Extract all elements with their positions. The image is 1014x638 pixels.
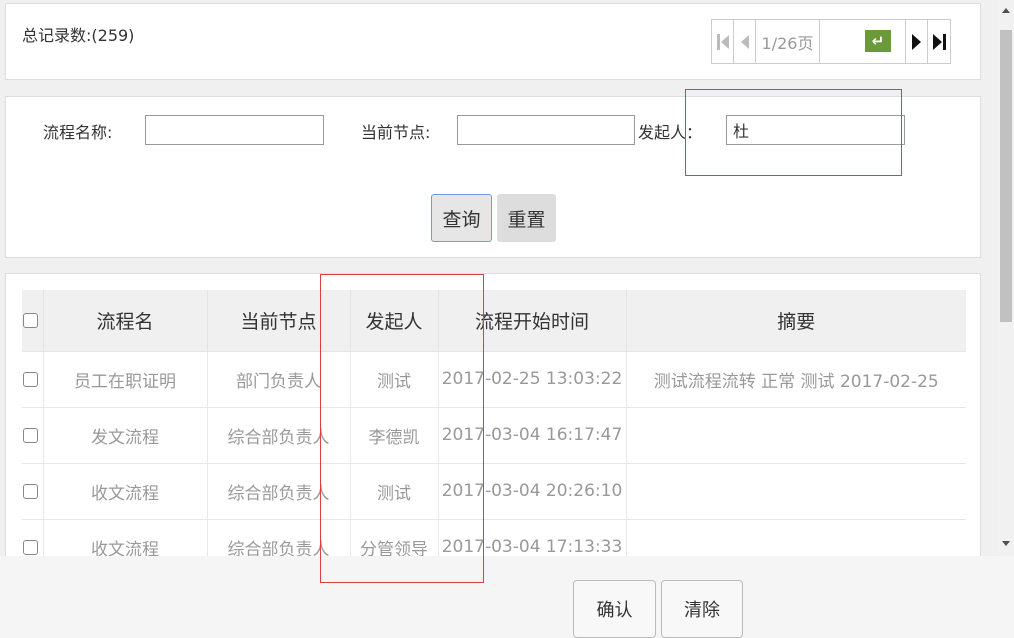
prev-page-button[interactable] [734, 20, 756, 63]
initiator-input[interactable] [726, 115, 905, 145]
first-page-button[interactable] [712, 20, 734, 63]
prev-page-icon [740, 34, 749, 49]
row-select-cell [22, 406, 43, 463]
next-page-button[interactable] [906, 20, 928, 63]
process-name-input[interactable] [145, 115, 324, 145]
select-all-cell [22, 290, 43, 351]
page-jump[interactable]: ↵ [820, 20, 906, 63]
table-row[interactable]: 收文流程 综合部负责人 测试 2017-03-04 20:26:10 [22, 462, 966, 519]
cell-summary [625, 462, 966, 519]
cell-initiator: 测试 [349, 350, 438, 407]
cell-current-node: 综合部负责人 [206, 406, 350, 463]
first-page-icon [716, 33, 729, 50]
row-select-cell [22, 350, 43, 407]
reset-button[interactable]: 重置 [497, 194, 556, 242]
scroll-thumb[interactable] [1000, 30, 1012, 322]
vertical-scrollbar[interactable] [998, 0, 1014, 556]
page-info: 1/26页 [756, 20, 820, 63]
last-page-icon [932, 33, 946, 50]
cell-current-node: 部门负责人 [206, 350, 350, 407]
table-header-row: 流程名 当前节点 发起人 流程开始时间 摘要 [22, 290, 966, 351]
search-panel: 流程名称: 当前节点: 发起人： 查询 重置 [5, 96, 981, 258]
cell-initiator: 李德凯 [349, 406, 438, 463]
cell-process-name: 发文流程 [42, 406, 207, 463]
confirm-button[interactable]: 确认 [573, 580, 656, 638]
cell-start-time: 2017-03-04 16:17:47 [437, 406, 626, 463]
row-select-cell [22, 518, 43, 556]
total-records: 总记录数:(259) [22, 26, 135, 45]
cell-summary: 测试流程流转 正常 测试 2017-02-25 [625, 350, 966, 407]
header-current-node[interactable]: 当前节点 [206, 290, 350, 351]
initiator-label: 发起人： [638, 123, 703, 142]
row-checkbox[interactable] [23, 483, 38, 499]
cell-initiator: 分管领导 [349, 518, 438, 556]
header-process-name[interactable]: 流程名 [42, 290, 207, 351]
dialog-footer: 确认 清除 [0, 556, 1014, 638]
table-panel: 流程名 当前节点 发起人 流程开始时间 摘要 员工在职证明 部门负责人 测试 2… [5, 273, 981, 556]
clear-button[interactable]: 清除 [661, 580, 743, 638]
row-checkbox[interactable] [23, 539, 38, 555]
process-name-label: 流程名称: [43, 123, 113, 142]
table-row[interactable]: 员工在职证明 部门负责人 测试 2017-02-25 13:03:22 测试流程… [22, 350, 966, 407]
summary-panel: 总记录数:(259) 1/26页 ↵ [5, 3, 981, 80]
process-table: 流程名 当前节点 发起人 流程开始时间 摘要 员工在职证明 部门负责人 测试 2… [22, 290, 966, 556]
select-all-checkbox[interactable] [23, 313, 38, 329]
scroll-down-icon[interactable] [1002, 541, 1010, 546]
current-node-input[interactable] [457, 115, 635, 145]
next-page-icon [912, 33, 921, 50]
row-checkbox[interactable] [23, 427, 38, 443]
query-button[interactable]: 查询 [431, 194, 492, 242]
cell-summary [625, 518, 966, 556]
row-select-cell [22, 462, 43, 519]
row-checkbox[interactable] [23, 371, 38, 387]
table-row[interactable]: 发文流程 综合部负责人 李德凯 2017-03-04 16:17:47 [22, 406, 966, 463]
enter-icon[interactable]: ↵ [865, 30, 891, 52]
header-summary[interactable]: 摘要 [625, 290, 966, 351]
current-node-label: 当前节点: [361, 123, 431, 142]
cell-start-time: 2017-03-04 17:13:33 [437, 518, 626, 556]
cell-start-time: 2017-02-25 13:03:22 [437, 350, 626, 407]
cell-process-name: 员工在职证明 [42, 350, 207, 407]
table-row[interactable]: 收文流程 综合部负责人 分管领导 2017-03-04 17:13:33 [22, 518, 966, 556]
cell-current-node: 综合部负责人 [206, 462, 350, 519]
last-page-button[interactable] [928, 20, 950, 63]
scroll-up-icon[interactable] [1002, 8, 1010, 13]
content-area: 总记录数:(259) 1/26页 ↵ 流程名称: 当前节点: 发起人： 杜 查询… [0, 0, 1000, 556]
header-start-time[interactable]: 流程开始时间 [437, 290, 626, 351]
pager: 1/26页 ↵ [711, 19, 951, 64]
cell-summary [625, 406, 966, 463]
cell-initiator: 测试 [349, 462, 438, 519]
cell-process-name: 收文流程 [42, 462, 207, 519]
cell-start-time: 2017-03-04 20:26:10 [437, 462, 626, 519]
cell-current-node: 综合部负责人 [206, 518, 350, 556]
header-initiator[interactable]: 发起人 [349, 290, 438, 351]
cell-process-name: 收文流程 [42, 518, 207, 556]
